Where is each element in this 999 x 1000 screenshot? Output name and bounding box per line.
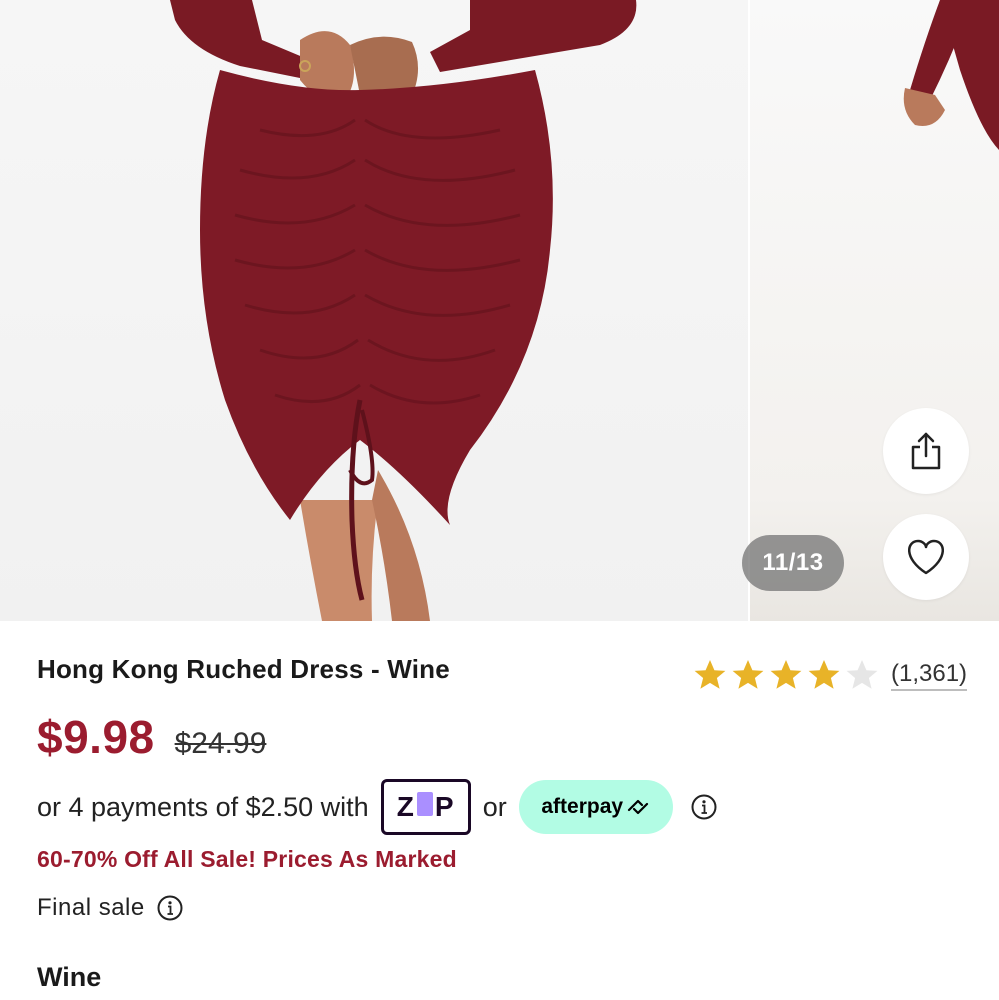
favorite-button[interactable] xyxy=(883,514,969,600)
image-counter: 11/13 xyxy=(742,535,844,591)
final-sale-info-icon[interactable] xyxy=(157,895,183,921)
star-filled-icon xyxy=(808,660,840,689)
afterpay-logo-button[interactable]: afterpay xyxy=(518,780,673,834)
star-filled-icon xyxy=(694,660,726,689)
installments-text: or 4 payments of $2.50 with xyxy=(37,791,369,822)
final-sale-row: Final sale xyxy=(37,894,183,922)
final-sale-label: Final sale xyxy=(37,894,145,921)
star-filled-icon xyxy=(732,660,764,689)
installments-row: or 4 payments of $2.50 with ZP or afterp… xyxy=(37,778,717,836)
dress-photo-illustration-next xyxy=(903,0,999,150)
product-image-main[interactable] xyxy=(0,0,748,621)
dress-photo-illustration xyxy=(170,0,637,621)
sale-price: $9.98 xyxy=(37,711,155,763)
zip-logo-mark xyxy=(416,792,433,816)
product-title: Hong Kong Ruched Dress - Wine xyxy=(37,654,450,684)
or-text: or xyxy=(482,791,507,822)
review-count-link[interactable]: (1,361) xyxy=(891,660,968,691)
promo-banner: 60-70% Off All Sale! Prices As Marked xyxy=(37,846,457,872)
product-rating[interactable]: (1,361) xyxy=(693,658,968,692)
afterpay-arrows-icon xyxy=(627,799,649,815)
rating-stars xyxy=(693,658,879,692)
star-filled-icon xyxy=(770,660,802,689)
product-image-gallery[interactable]: 11/13 xyxy=(0,0,999,621)
heart-icon xyxy=(908,539,944,575)
selected-color-label: Wine xyxy=(37,962,102,992)
price-row: $9.98 $24.99 xyxy=(37,710,266,764)
share-icon xyxy=(911,432,941,470)
original-price: $24.99 xyxy=(174,727,267,760)
zip-logo-button[interactable]: ZP xyxy=(380,779,471,835)
product-image-next[interactable] xyxy=(750,0,999,621)
share-button[interactable] xyxy=(883,408,969,494)
zip-logo-text: ZP xyxy=(396,791,455,822)
payment-info-icon[interactable] xyxy=(691,794,717,820)
star-empty-icon xyxy=(846,660,878,689)
afterpay-label: afterpay xyxy=(541,795,624,818)
